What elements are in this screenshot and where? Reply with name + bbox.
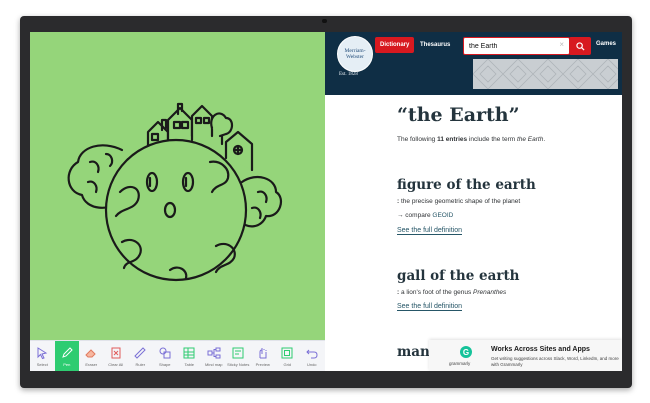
tool-grid[interactable]: Grid (275, 341, 300, 371)
tool-sticky-notes[interactable]: Sticky Notes (226, 341, 251, 371)
display-screen: Select Pen Eraser Clear All Ruler Shape Table M… (30, 32, 622, 371)
tool-label: Pen (63, 362, 71, 367)
nav-games[interactable]: Games (596, 41, 616, 47)
grid-icon (281, 347, 293, 359)
search-icon (575, 41, 585, 51)
drawing-canvas[interactable] (30, 32, 325, 340)
tool-label: Eraser (85, 362, 98, 367)
tool-label: Table (184, 362, 195, 367)
intro-end: . (543, 136, 546, 143)
tool-label: Sticky Notes (227, 362, 250, 367)
grammarly-ad[interactable]: G grammarly Works Across Sites and Apps … (429, 340, 622, 371)
results-intro: The following 11 entries include the ter… (397, 136, 545, 143)
whiteboard-toolbar: Select Pen Eraser Clear All Ruler Shape Table M… (30, 340, 325, 371)
tool-clear-all[interactable]: Clear All (104, 341, 129, 371)
intro-prefix: The following (397, 136, 438, 143)
grammarly-name: grammarly (449, 361, 471, 366)
intro-count: 11 entries (437, 136, 468, 143)
tool-eraser[interactable]: Eraser (79, 341, 104, 371)
tool-label: Grid (283, 362, 292, 367)
whiteboard-app: Select Pen Eraser Clear All Ruler Shape Table M… (30, 32, 325, 371)
grammarly-icon: G (460, 346, 472, 358)
header-decoration (472, 58, 622, 90)
site-header: Merriam- Webster Est. 1828 Dictionary Th… (325, 32, 622, 95)
ad-title: Works Across Sites and Apps (491, 346, 590, 353)
entry-title[interactable]: man (397, 344, 430, 360)
clear-all-icon (111, 347, 121, 359)
tool-shape[interactable]: Shape (153, 341, 178, 371)
clear-icon[interactable]: × (559, 40, 564, 49)
camera (322, 19, 327, 23)
tab-thesaurus[interactable]: Thesaurus (417, 37, 453, 53)
see-full-definition-link[interactable]: See the full definition (397, 303, 462, 310)
ruler-icon (134, 347, 146, 359)
tool-preview[interactable]: Preview (251, 341, 276, 371)
tool-label: Mind map (204, 362, 223, 367)
preview-icon (259, 348, 267, 359)
tool-mind-map[interactable]: Mind map (202, 341, 227, 371)
def-italic: Prenanthes (473, 289, 507, 296)
sticky-notes-icon (232, 347, 244, 359)
intro-mid: include the term (467, 136, 517, 143)
tool-ruler[interactable]: Ruler (128, 341, 153, 371)
select-icon (37, 347, 48, 360)
tool-pen[interactable]: Pen (54, 341, 79, 371)
shape-icon (159, 347, 171, 359)
entry-definition: : a lion's foot of the genus Prenanthes (397, 289, 506, 296)
geoid-link[interactable]: GEOID (432, 212, 453, 219)
def-text: the precise geometric shape of the plane… (399, 198, 521, 205)
tool-table[interactable]: Table (177, 341, 202, 371)
intro-term: the Earth (516, 136, 544, 143)
eraser-icon (85, 349, 96, 358)
tool-undo[interactable]: Undo (300, 341, 325, 371)
undo-icon (306, 349, 318, 359)
tool-label: Select (36, 362, 48, 367)
cross-prefix: → compare (397, 212, 433, 219)
entry-title[interactable]: figure of the earth (397, 177, 536, 193)
tab-dictionary[interactable]: Dictionary (375, 37, 415, 53)
tool-label: Shape (158, 362, 171, 367)
logo-est: Est. 1828 (339, 72, 358, 77)
entry-cross-reference: → compare GEOID (397, 212, 453, 219)
entry-title[interactable]: gall of the earth (397, 268, 520, 284)
tool-label: Clear All (108, 362, 124, 367)
search-button[interactable] (569, 37, 591, 55)
page-title: “the Earth” (397, 104, 520, 126)
tool-label: Ruler (135, 362, 146, 367)
tool-select[interactable]: Select (30, 341, 55, 371)
earth-drawing (67, 102, 283, 282)
pen-icon (61, 347, 73, 358)
table-icon (183, 347, 195, 359)
site-logo[interactable]: Merriam- Webster (337, 36, 373, 72)
web-page: Merriam- Webster Est. 1828 Dictionary Th… (325, 32, 622, 371)
def-text: a lion's foot of the genus (399, 289, 474, 296)
mind-map-icon (207, 347, 221, 359)
ad-text: Get writing suggestions across Slack, Wo… (491, 356, 619, 367)
tool-label: Preview (255, 362, 270, 367)
see-full-definition-link[interactable]: See the full definition (397, 227, 462, 234)
tool-label: Undo (306, 362, 317, 367)
search-input[interactable] (469, 41, 549, 51)
logo-text-2: Webster (346, 54, 364, 60)
entry-definition: : the precise geometric shape of the pla… (397, 198, 520, 205)
search-box: × (463, 37, 570, 55)
